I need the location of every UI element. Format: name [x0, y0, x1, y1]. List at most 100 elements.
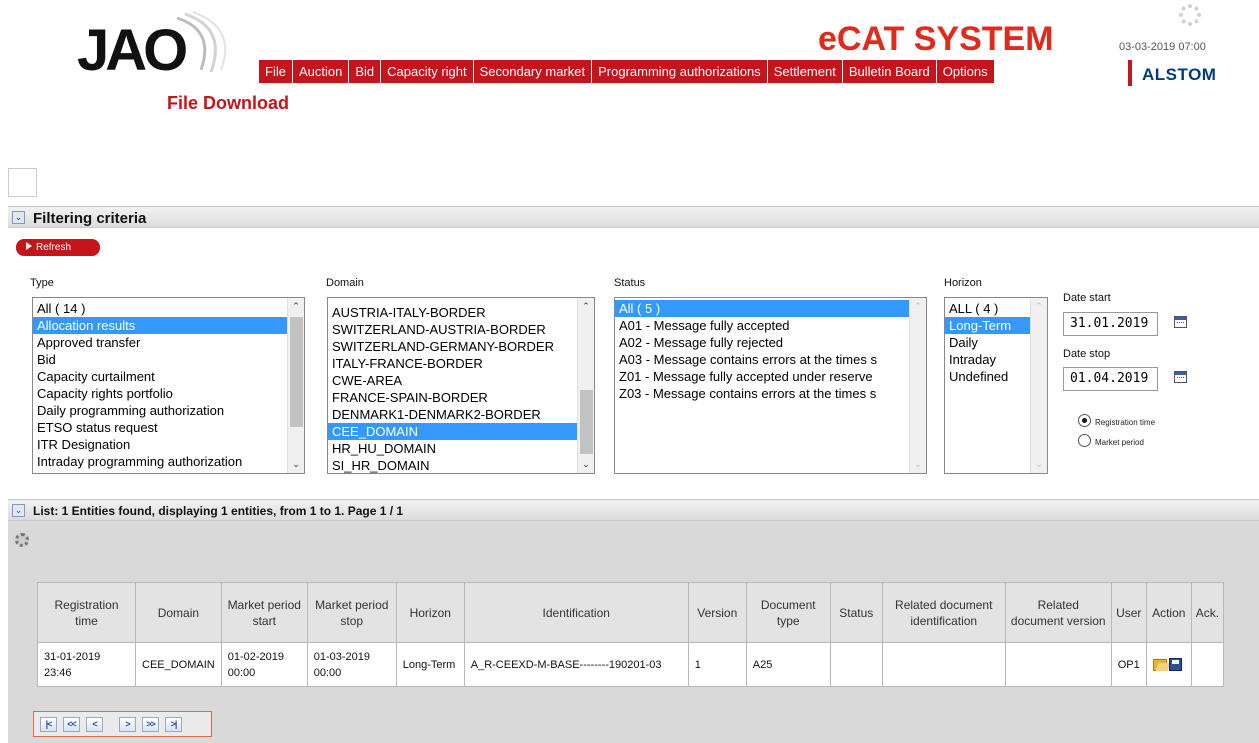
col-status[interactable]: Status: [829, 582, 883, 643]
scroll-thumb[interactable]: [290, 317, 303, 427]
cell-market-start: 01-02-2019 00:00: [220, 642, 308, 687]
domain-option[interactable]: SWITZERLAND-GERMANY-BORDER: [328, 338, 577, 355]
horizon-option[interactable]: Undefined: [945, 368, 1030, 385]
status-option[interactable]: A03 - Message contains errors at the tim…: [615, 351, 909, 368]
type-option[interactable]: Approved transfer: [33, 334, 287, 351]
first-page-button[interactable]: |<: [40, 716, 57, 732]
menu-secondary-market[interactable]: Secondary market: [474, 60, 593, 83]
domain-option[interactable]: DENMARK1-DENMARK2-BORDER: [328, 406, 577, 423]
type-option[interactable]: Capacity rights portfolio: [33, 385, 287, 402]
domain-option-selected[interactable]: CEE_DOMAIN: [328, 423, 577, 440]
fast-back-button[interactable]: <<: [63, 716, 80, 732]
type-option[interactable]: Capacity curtailment: [33, 368, 287, 385]
scroll-up-icon[interactable]: ⌃: [578, 298, 594, 315]
status-listbox[interactable]: All ( 5 ) A01 - Message fully accepted A…: [614, 297, 927, 474]
col-market-stop[interactable]: Market period stop: [306, 582, 397, 643]
refresh-button[interactable]: Refresh: [16, 239, 100, 256]
menu-programming-authorizations[interactable]: Programming authorizations: [592, 60, 768, 83]
domain-option[interactable]: HR_HU_DOMAIN: [328, 440, 577, 457]
status-option[interactable]: Z03 - Message contains errors at the tim…: [615, 385, 909, 402]
menu-options[interactable]: Options: [937, 60, 994, 83]
col-version[interactable]: Version: [687, 582, 747, 643]
domain-option[interactable]: SI_HR_DOMAIN: [328, 457, 577, 473]
scroll-thumb[interactable]: [580, 390, 593, 454]
collapse-chevron-icon[interactable]: ⌄: [12, 504, 25, 517]
previous-page-button[interactable]: <: [86, 716, 103, 732]
col-horizon[interactable]: Horizon: [395, 582, 465, 643]
scroll-up-icon[interactable]: ⌃: [288, 298, 304, 315]
domain-option[interactable]: FRANCE-SPAIN-BORDER: [328, 389, 577, 406]
cell-horizon: Long-Term: [395, 642, 465, 687]
gear-icon[interactable]: [15, 533, 29, 547]
page-title: File Download: [167, 93, 290, 113]
domain-option[interactable]: AUSTRIA-ITALY-BORDER: [328, 304, 577, 321]
status-scrollbar: ⌃ ⌄: [909, 298, 926, 473]
menu-bid[interactable]: Bid: [349, 60, 382, 83]
type-option[interactable]: ETSO status request: [33, 419, 287, 436]
col-domain[interactable]: Domain: [135, 582, 222, 643]
next-page-button[interactable]: >: [119, 716, 136, 732]
col-ack[interactable]: Ack.: [1190, 582, 1225, 643]
menu-capacity-right[interactable]: Capacity right: [381, 60, 474, 83]
horizon-option-selected[interactable]: Long-Term: [945, 317, 1030, 334]
registration-time-label: Registration time: [1095, 418, 1156, 427]
horizon-option[interactable]: Intraday: [945, 351, 1030, 368]
cell-status: [829, 642, 883, 687]
list-section-bar[interactable]: ⌄ List: 1 Entities found, displaying 1 e…: [8, 499, 1259, 521]
cell-document-type: A25: [745, 642, 831, 687]
menu-auction[interactable]: Auction: [293, 60, 350, 83]
col-identification[interactable]: Identification: [463, 582, 689, 643]
open-folder-icon[interactable]: [1152, 658, 1167, 671]
type-listbox[interactable]: All ( 14 ) Allocation results Approved t…: [32, 297, 305, 474]
calendar-start-icon[interactable]: [1174, 316, 1187, 328]
alstom-logo: ALSTOM: [1128, 60, 1226, 86]
type-option[interactable]: All ( 14 ): [33, 300, 287, 317]
domain-option[interactable]: CWE-AREA: [328, 372, 577, 389]
date-stop-input[interactable]: 01.04.2019: [1063, 367, 1158, 391]
horizon-option[interactable]: Daily: [945, 334, 1030, 351]
col-action[interactable]: Action: [1145, 582, 1192, 643]
status-option[interactable]: Z01 - Message fully accepted under reser…: [615, 368, 909, 385]
col-related-version[interactable]: Related document version: [1004, 582, 1112, 643]
filtering-criteria-bar[interactable]: ⌄ Filtering criteria: [8, 206, 1259, 228]
type-option[interactable]: Bid: [33, 351, 287, 368]
col-related-id[interactable]: Related document identification: [881, 582, 1006, 643]
last-page-button[interactable]: >|: [165, 716, 182, 732]
horizon-listbox[interactable]: ALL ( 4 ) Long-Term Daily Intraday Undef…: [944, 297, 1048, 474]
date-stop-label: Date stop: [1063, 348, 1111, 360]
domain-scrollbar[interactable]: ⌃ ⌄: [577, 298, 594, 473]
cell-identification: A_R-CEEXD-M-BASE--------190201-03: [463, 642, 689, 687]
calendar-stop-icon[interactable]: [1174, 371, 1187, 383]
scroll-down-icon[interactable]: ⌄: [578, 456, 594, 473]
registration-time-radio[interactable]: [1078, 414, 1091, 427]
menu-bulletin-board[interactable]: Bulletin Board: [843, 60, 937, 83]
domain-listbox[interactable]: AUSTRIA-ITALY-BORDER SWITZERLAND-AUSTRIA…: [327, 297, 595, 474]
domain-option[interactable]: ITALY-FRANCE-BORDER: [328, 355, 577, 372]
col-document-type[interactable]: Document type: [745, 582, 831, 643]
save-icon[interactable]: [1168, 658, 1182, 672]
col-market-start[interactable]: Market period start: [220, 582, 308, 643]
type-option[interactable]: ITR Designation: [33, 436, 287, 453]
status-option-selected[interactable]: All ( 5 ): [615, 300, 909, 317]
col-registration-time[interactable]: Registration time: [37, 582, 136, 643]
menu-file[interactable]: File: [259, 60, 293, 83]
type-option[interactable]: Daily programming authorization: [33, 402, 287, 419]
filtering-criteria-title: Filtering criteria: [33, 210, 147, 227]
scroll-down-icon[interactable]: ⌄: [288, 456, 304, 473]
horizon-option[interactable]: ALL ( 4 ): [945, 300, 1030, 317]
col-user[interactable]: User: [1110, 582, 1147, 643]
type-option[interactable]: Intraday programming authorization: [33, 453, 287, 470]
date-start-input[interactable]: 31.01.2019: [1063, 312, 1158, 336]
menu-settlement[interactable]: Settlement: [768, 60, 843, 83]
domain-option[interactable]: SWITZERLAND-AUSTRIA-BORDER: [328, 321, 577, 338]
results-table: Registration time Domain Market period s…: [37, 582, 1225, 687]
type-scrollbar[interactable]: ⌃ ⌄: [287, 298, 304, 473]
market-period-radio[interactable]: [1078, 434, 1091, 447]
type-option-selected[interactable]: Allocation results: [33, 317, 287, 334]
table-row[interactable]: 31-01-2019 23:46 CEE_DOMAIN 01-02-2019 0…: [37, 642, 1225, 687]
fast-forward-button[interactable]: >>: [142, 716, 159, 732]
cell-version: 1: [687, 642, 747, 687]
collapse-chevron-icon[interactable]: ⌄: [12, 211, 25, 224]
status-option[interactable]: A01 - Message fully accepted: [615, 317, 909, 334]
status-option[interactable]: A02 - Message fully rejected: [615, 334, 909, 351]
